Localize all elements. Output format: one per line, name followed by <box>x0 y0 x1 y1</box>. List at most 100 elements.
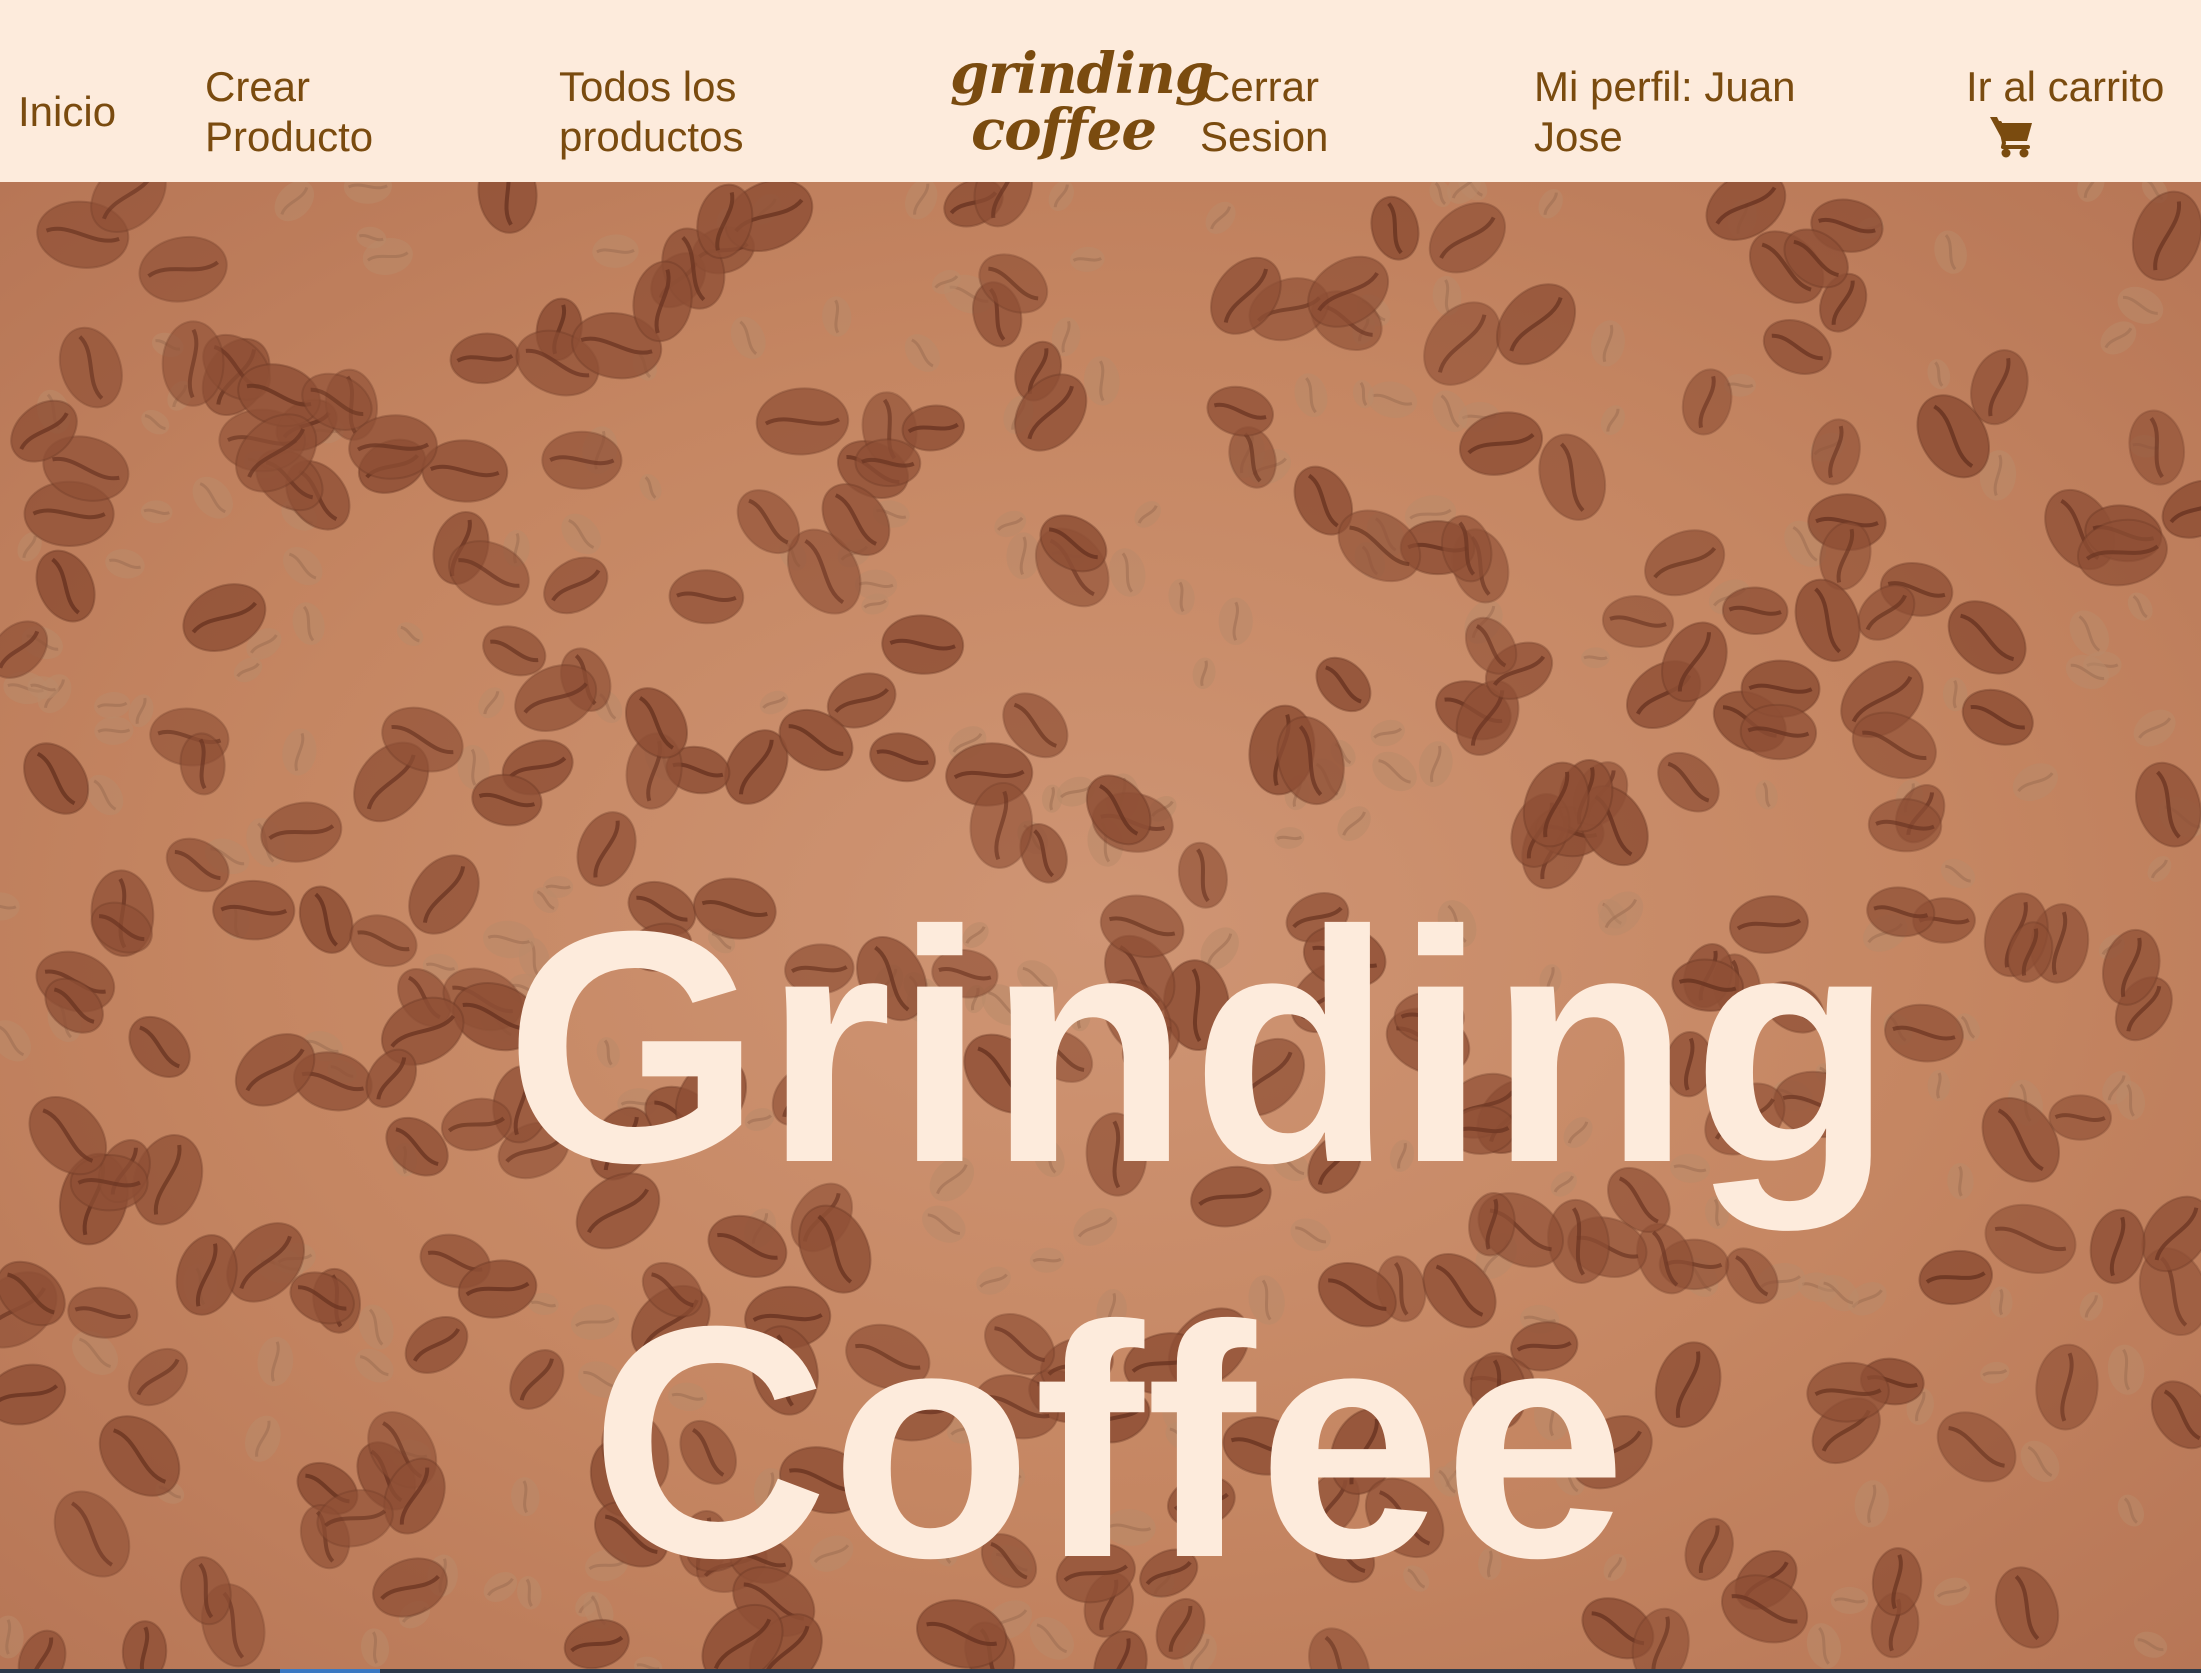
nav-mi-perfil-label-line1: Mi perfil: Juan <box>1534 63 1796 110</box>
nav-cerrar-sesion-label-line2: Sesion <box>1200 113 1329 160</box>
coffee-bean <box>67 1286 139 1339</box>
coffee-bean <box>449 332 521 385</box>
coffee-bean <box>516 1575 542 1610</box>
coffee-bean <box>668 569 745 625</box>
coffee-bean <box>0 892 20 921</box>
coffee-bean <box>1684 1517 1734 1581</box>
nav-mi-perfil-link[interactable]: Mi perfil: Juan Jose <box>1534 62 1795 162</box>
coffee-bean <box>1294 373 1328 417</box>
coffee-bean <box>1048 182 1074 212</box>
coffee-bean <box>1657 751 1720 813</box>
coffee-bean <box>257 1336 294 1387</box>
nav-todos-productos-label-line1: Todos los <box>559 63 737 110</box>
coffee-bean <box>1600 405 1626 436</box>
coffee-bean <box>1370 195 1420 261</box>
coffee-bean <box>483 1572 518 1603</box>
coffee-bean <box>1755 779 1778 810</box>
coffee-bean <box>1933 1577 1971 1606</box>
coffee-bean <box>175 1234 238 1316</box>
nav-crear-producto-link[interactable]: Crear Producto <box>205 62 373 162</box>
coffee-bean <box>869 732 936 783</box>
coffee-bean <box>2133 709 2176 747</box>
coffee-bean <box>2020 1440 2060 1483</box>
coffee-bean <box>1936 1411 2017 1483</box>
coffee-bean <box>541 430 623 490</box>
coffee-bean <box>1810 418 1861 486</box>
coffee-bean <box>1308 1627 1371 1669</box>
coffee-bean <box>1192 657 1216 690</box>
coffee-bean <box>1581 647 1610 669</box>
coffee-bean <box>244 1415 281 1462</box>
grinding-coffee-logo[interactable]: grinding coffee <box>950 41 1214 163</box>
coffee-bean <box>1940 858 1976 889</box>
coffee-bean <box>282 547 323 586</box>
coffee-bean <box>1994 1566 2060 1649</box>
coffee-bean <box>1981 1096 2061 1183</box>
logo-line2: coffee <box>971 97 1157 163</box>
coffee-bean <box>121 1620 168 1669</box>
coffee-bean <box>1372 751 1417 792</box>
nav-crear-producto-label-line1: Crear <box>205 63 311 110</box>
coffee-bean <box>1947 1162 1974 1200</box>
nav-inicio-link[interactable]: Inicio <box>18 87 116 137</box>
coffee-bean <box>477 182 538 234</box>
coffee-bean <box>1934 230 1967 274</box>
coffee-bean <box>2107 1344 2145 1395</box>
coffee-bean <box>1109 548 1146 597</box>
coffee-bean <box>274 182 315 222</box>
coffee-bean <box>905 182 938 220</box>
coffee-bean <box>397 622 424 646</box>
coffee-bean <box>0 1363 67 1426</box>
coffee-bean <box>282 728 317 776</box>
coffee-bean <box>1654 1341 1722 1429</box>
coffee-bean <box>292 602 325 645</box>
coffee-bean <box>561 513 601 555</box>
coffee-bean <box>140 500 173 524</box>
coffee-bean <box>128 1015 191 1078</box>
coffee-bean <box>1069 246 1105 272</box>
coffee-bean <box>2131 190 2201 282</box>
coffee-bean <box>1961 688 2034 746</box>
coffee-bean <box>1274 827 1305 849</box>
coffee-bean <box>94 716 134 745</box>
coffee-bean <box>1724 1247 1779 1305</box>
coffee-bean <box>1206 385 1274 437</box>
coffee-bean <box>639 474 662 501</box>
coffee-bean <box>192 476 233 519</box>
coffee-bean <box>0 1020 32 1062</box>
coffee-bean <box>2135 761 2201 848</box>
coffee-bean <box>127 1347 189 1407</box>
nav-cerrar-sesion-link[interactable]: Cerrar Sesion <box>1200 62 1328 162</box>
hero-title-line2: Coffee <box>590 1257 1629 1626</box>
nav-carrito-link[interactable]: Ir al carrito <box>1966 62 2164 112</box>
nav-todos-productos-link[interactable]: Todos los productos <box>559 62 743 162</box>
coffee-bean <box>354 1348 394 1383</box>
coffee-bean <box>2117 1494 2145 1527</box>
nav-inicio-label: Inicio <box>18 88 117 135</box>
coffee-bean <box>509 1349 565 1410</box>
coffee-bean <box>23 742 90 815</box>
coffee-bean <box>2035 1343 2099 1431</box>
coffee-bean <box>822 296 852 337</box>
coffee-bean <box>1337 806 1371 841</box>
nav-mi-perfil-label-line2: Jose <box>1534 113 1623 160</box>
coffee-bean <box>298 885 354 954</box>
logo-line1: grinding <box>950 41 1214 107</box>
coffee-bean <box>1794 578 1861 662</box>
coffee-bean <box>634 1656 663 1669</box>
coffee-bean <box>592 234 639 268</box>
coffee-bean <box>1205 201 1236 234</box>
coffee-bean <box>2012 763 2058 801</box>
taskbar-strip <box>0 1669 2201 1673</box>
coffee-bean <box>1980 1361 2010 1384</box>
coffee-bean <box>2127 592 2153 621</box>
coffee-bean <box>2048 1094 2112 1141</box>
shopping-cart-icon[interactable] <box>1988 113 2036 159</box>
hero-title-line1: Grinding <box>505 862 1896 1231</box>
coffee-bean <box>1370 719 1405 747</box>
coffee-bean <box>755 387 850 456</box>
coffee-bean <box>543 556 609 615</box>
coffee-bean <box>138 235 228 303</box>
coffee-bean <box>730 316 766 359</box>
coffee-bean <box>1538 188 1563 219</box>
